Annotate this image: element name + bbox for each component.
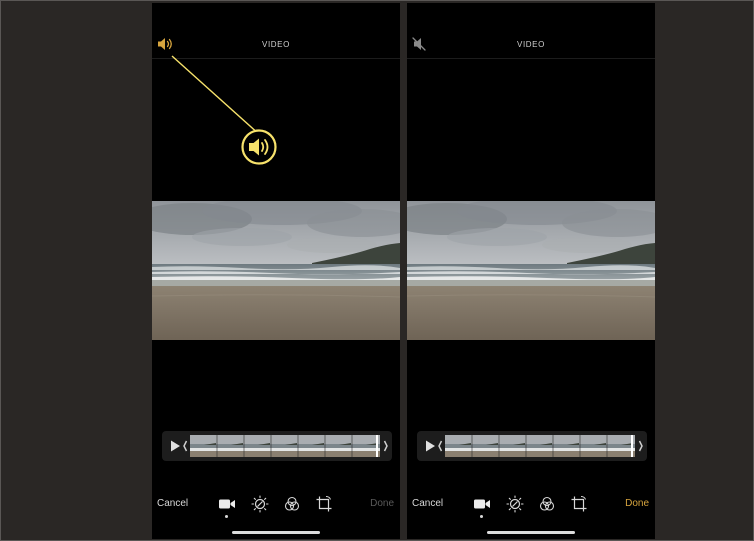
top-bar: VIDEO — [152, 3, 400, 59]
cancel-button[interactable]: Cancel — [157, 498, 188, 509]
done-button[interactable]: Done — [625, 498, 649, 509]
frame-strip[interactable] — [190, 435, 380, 457]
divider — [407, 58, 655, 59]
top-bar: VIDEO — [407, 3, 655, 59]
frame-strip[interactable] — [445, 435, 635, 457]
home-indicator[interactable] — [232, 531, 320, 534]
crop-rotate-icon[interactable] — [315, 495, 333, 513]
filters-icon[interactable] — [283, 495, 301, 513]
phone-screen-right: VIDEO Cancel Done — [407, 3, 655, 539]
trim-handle-right[interactable] — [382, 434, 390, 458]
video-preview — [152, 201, 400, 340]
trim-handle-right[interactable] — [637, 434, 645, 458]
adjust-dial-icon[interactable] — [251, 495, 269, 513]
screen-title: VIDEO — [262, 40, 290, 49]
play-icon[interactable] — [423, 439, 437, 453]
selected-tool-indicator — [480, 515, 483, 518]
selected-tool-indicator — [225, 515, 228, 518]
done-button[interactable]: Done — [370, 498, 394, 509]
video-preview — [407, 201, 655, 340]
video-timeline — [417, 431, 647, 461]
video-camera-icon[interactable] — [218, 495, 236, 513]
trim-handle-left[interactable] — [181, 434, 189, 458]
video-camera-icon[interactable] — [473, 495, 491, 513]
screen-title: VIDEO — [517, 40, 545, 49]
play-icon[interactable] — [168, 439, 182, 453]
cancel-button[interactable]: Cancel — [412, 498, 443, 509]
home-indicator[interactable] — [487, 531, 575, 534]
filters-icon[interactable] — [538, 495, 556, 513]
video-timeline — [162, 431, 392, 461]
trim-handle-left[interactable] — [436, 434, 444, 458]
annotation-speaker-on-icon — [241, 129, 277, 165]
crop-rotate-icon[interactable] — [570, 495, 588, 513]
adjust-dial-icon[interactable] — [506, 495, 524, 513]
